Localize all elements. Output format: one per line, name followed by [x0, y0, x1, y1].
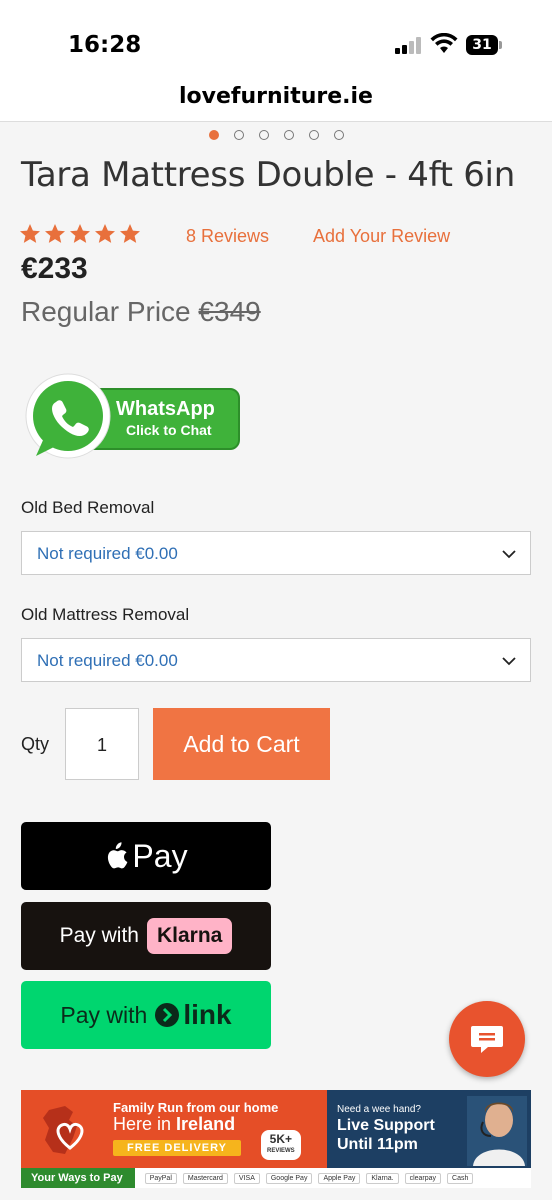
google-pay-logo: Google Pay	[265, 1172, 313, 1184]
carousel-dots	[0, 130, 552, 142]
apple-pay-label: Pay	[132, 837, 188, 874]
link-logo: link	[155, 999, 232, 1031]
arrow-right-icon	[155, 1003, 180, 1027]
bed-removal-value: Not required €0.00	[37, 544, 178, 563]
signal-icon	[395, 36, 425, 54]
carousel-dot[interactable]	[258, 130, 269, 140]
promo-banner[interactable]: Family Run from our home Here in Ireland…	[21, 1090, 531, 1200]
ways-to-pay-label: Your Ways to Pay	[21, 1168, 135, 1188]
bed-removal-label: Old Bed Removal	[21, 498, 155, 517]
star-icon	[120, 224, 140, 243]
address-bar[interactable]: lovefurniture.ie	[0, 84, 552, 122]
banner-ireland: Ireland	[176, 1114, 236, 1134]
battery-level: 31	[466, 35, 498, 55]
apple-icon	[108, 842, 128, 869]
carousel-dot[interactable]	[283, 130, 294, 140]
banner-here-in-ireland: Here in Ireland	[113, 1114, 235, 1135]
star-icon	[95, 224, 115, 243]
chat-button[interactable]	[449, 1001, 525, 1077]
whatsapp-subtitle: Click to Chat	[126, 422, 212, 438]
banner-here-in: Here in	[113, 1114, 172, 1134]
chat-bubble-icon	[471, 1026, 503, 1053]
regular-price-value: €349	[198, 296, 261, 327]
star-icon	[45, 224, 65, 243]
url-text: lovefurniture.ie	[179, 84, 373, 109]
live-support-hours: Until 11pm	[337, 1136, 418, 1153]
payment-methods-strip: Your Ways to Pay PayPal Mastercard VISA …	[21, 1168, 531, 1188]
product-title: Tara Mattress Double - 4ft 6in	[21, 155, 515, 195]
banner-family: Family Run from our home Here in Ireland…	[21, 1090, 327, 1168]
carousel-dot[interactable]	[308, 130, 319, 140]
add-to-cart-button[interactable]: Add to Cart	[153, 708, 330, 780]
link-pay-button[interactable]: Pay with link	[21, 981, 271, 1049]
status-bar: 16:28 31	[0, 0, 552, 84]
banner-need-hand: Need a wee hand?	[337, 1104, 421, 1115]
whatsapp-chat-button[interactable]: WhatsApp Click to Chat	[22, 372, 244, 468]
link-brand: link	[183, 999, 232, 1030]
free-delivery-badge: FREE DELIVERY	[113, 1140, 241, 1156]
star-icon	[70, 224, 90, 243]
reviews-link[interactable]: 8 Reviews	[186, 226, 269, 247]
qty-label: Qty	[21, 734, 50, 754]
payment-logos: PayPal Mastercard VISA Google Pay Apple …	[144, 1172, 474, 1184]
klarna-logo-small: Klarna.	[366, 1172, 399, 1184]
klarna-prefix: Pay with	[59, 924, 139, 947]
battery-icon: 31	[466, 35, 502, 55]
chevron-down-icon	[502, 550, 516, 559]
bed-removal-select[interactable]: Not required €0.00	[21, 531, 531, 575]
apple-pay-logo: Apple Pay	[318, 1172, 361, 1184]
mastercard-logo: Mastercard	[182, 1172, 228, 1184]
mattress-removal-value: Not required €0.00	[37, 651, 178, 670]
cash-logo: Cash	[447, 1172, 474, 1184]
reviews-badge: 5K+ REVIEWS	[261, 1130, 301, 1160]
link-prefix: Pay with	[60, 1001, 148, 1028]
regular-price-label: Regular Price	[21, 296, 191, 327]
star-icon	[20, 224, 40, 243]
qty-input[interactable]: 1	[65, 708, 139, 780]
mattress-removal-label: Old Mattress Removal	[21, 605, 190, 624]
banner-support: Need a wee hand? Live Support Until 11pm	[327, 1090, 531, 1168]
carousel-dot[interactable]	[233, 130, 244, 140]
carousel-dot[interactable]	[333, 130, 344, 140]
chevron-down-icon	[502, 657, 516, 666]
live-support-text: Live Support	[337, 1117, 435, 1134]
ireland-heart-icon	[43, 1106, 84, 1154]
whatsapp-icon	[25, 373, 111, 459]
banner-family-run: Family Run from our home	[113, 1100, 279, 1115]
status-time: 16:28	[68, 32, 142, 58]
paypal-logo: PayPal	[144, 1172, 177, 1184]
klarna-logo: Klarna	[147, 918, 233, 954]
visa-logo: VISA	[233, 1172, 260, 1184]
reviews-badge-count: 5K+	[269, 1132, 293, 1146]
rating-stars	[18, 222, 142, 246]
product-price: €233	[21, 252, 88, 285]
apple-pay-button[interactable]: Pay	[21, 822, 271, 890]
mattress-removal-select[interactable]: Not required €0.00	[21, 638, 531, 682]
regular-price: Regular Price €349	[21, 296, 261, 328]
clearpay-logo: clearpay	[404, 1172, 442, 1184]
wifi-icon	[430, 33, 458, 53]
support-agent-image	[467, 1096, 527, 1166]
klarna-pay-button[interactable]: Pay with Klarna	[21, 902, 271, 970]
reviews-badge-sub: REVIEWS	[267, 1148, 295, 1154]
add-review-link[interactable]: Add Your Review	[313, 226, 450, 247]
whatsapp-title: WhatsApp	[116, 398, 215, 420]
carousel-dot[interactable]	[208, 130, 219, 140]
banner-live-support: Live Support Until 11pm	[337, 1116, 435, 1154]
